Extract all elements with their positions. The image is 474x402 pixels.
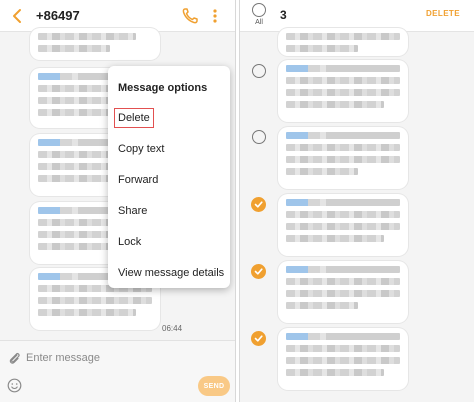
- message-timestamp: 06:44: [162, 324, 183, 333]
- send-button[interactable]: SEND: [198, 376, 230, 396]
- menu-title: Message options: [118, 82, 208, 94]
- selected-checkmark-4[interactable]: [251, 264, 266, 279]
- message-bubble[interactable]: [278, 328, 408, 390]
- check-icon: [254, 201, 263, 208]
- message-bubble[interactable]: [278, 261, 408, 323]
- composer-bar: SEND: [0, 340, 235, 402]
- contact-title: +86497: [36, 8, 80, 23]
- selection-panel: All 3 DELETE: [240, 0, 474, 402]
- menu-item-delete[interactable]: Delete: [114, 108, 154, 128]
- menu-item-copy-text[interactable]: Copy text: [118, 143, 164, 155]
- delete-button[interactable]: DELETE: [426, 9, 460, 18]
- select-all-circle[interactable]: [252, 3, 266, 17]
- phone-icon[interactable]: [180, 6, 200, 26]
- select-circle-1[interactable]: [252, 64, 266, 78]
- menu-item-view-details[interactable]: View message details: [118, 267, 224, 279]
- selected-checkmark-5[interactable]: [251, 331, 266, 346]
- message-bubble[interactable]: [278, 127, 408, 189]
- message-bubble[interactable]: [278, 28, 408, 56]
- check-icon: [254, 335, 263, 342]
- selected-count: 3: [280, 8, 287, 22]
- selected-checkmark-3[interactable]: [251, 197, 266, 212]
- paperclip-icon[interactable]: [6, 350, 22, 366]
- emoji-icon[interactable]: [7, 378, 22, 393]
- select-all-label: All: [255, 19, 263, 26]
- conversation-panel: +86497 06:44 Message options Delete Copy…: [0, 0, 235, 402]
- message-bubble[interactable]: [30, 28, 160, 60]
- message-input[interactable]: [26, 348, 196, 368]
- menu-item-lock[interactable]: Lock: [118, 236, 141, 248]
- menu-item-share[interactable]: Share: [118, 205, 147, 217]
- select-circle-2[interactable]: [252, 130, 266, 144]
- message-bubble[interactable]: [278, 194, 408, 256]
- select-all-toggle[interactable]: All: [250, 3, 268, 31]
- back-arrow-icon[interactable]: [8, 6, 28, 26]
- more-vertical-icon[interactable]: [207, 6, 223, 26]
- menu-item-forward[interactable]: Forward: [118, 174, 158, 186]
- message-bubble[interactable]: [278, 60, 408, 122]
- message-options-menu: Message options Delete Copy text Forward…: [108, 66, 230, 288]
- check-icon: [254, 268, 263, 275]
